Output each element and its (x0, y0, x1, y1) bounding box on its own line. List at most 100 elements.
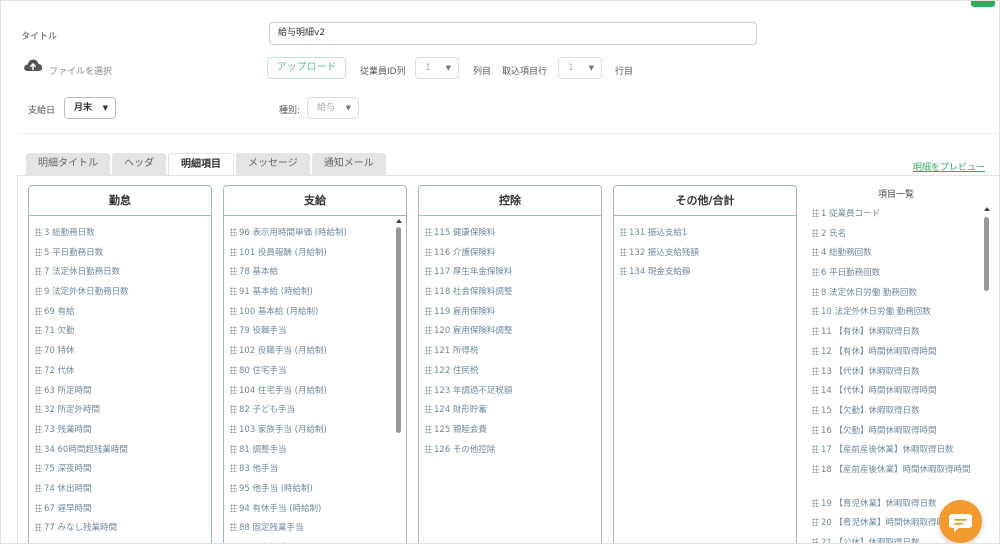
drag-handle-icon[interactable] (425, 405, 432, 414)
drag-handle-icon[interactable] (812, 518, 819, 527)
list-item[interactable]: 79 役職手当 (230, 322, 406, 342)
drag-handle-icon[interactable] (425, 365, 432, 374)
drag-handle-icon[interactable] (230, 424, 237, 433)
upload-button[interactable]: アップロード (267, 57, 346, 79)
top-accent-tab[interactable] (971, 1, 995, 7)
list-item[interactable]: 16 【欠勤】時間休暇取得時間 (812, 422, 991, 442)
list-item[interactable]: 34 60時間超残業時間 (35, 441, 211, 461)
tab-notification-mail[interactable]: 通知メール (311, 153, 386, 175)
drag-handle-icon[interactable] (230, 306, 237, 315)
tab-message[interactable]: メッセージ (236, 153, 310, 175)
list-item[interactable]: 96 表示用時間単価 (時給制) (230, 224, 406, 244)
drag-handle-icon[interactable] (812, 366, 819, 375)
drag-handle-icon[interactable] (812, 346, 819, 355)
list-item[interactable]: 88 固定残業手当 (230, 519, 406, 539)
list-item[interactable]: 67 遅早時間 (35, 500, 211, 520)
drag-handle-icon[interactable] (812, 425, 819, 434)
drag-handle-icon[interactable] (425, 346, 432, 355)
drag-handle-icon[interactable] (812, 538, 819, 543)
drag-handle-icon[interactable] (425, 247, 432, 256)
list-item[interactable]: 14 【代休】時間休暇取得時間 (812, 382, 991, 402)
list-item[interactable]: 83 他手当 (230, 460, 406, 480)
list-item[interactable]: 17 【産前産後休業】休暇取得日数 (812, 441, 991, 461)
list-item[interactable]: 119 雇用保険料 (425, 303, 601, 323)
list-item[interactable]: 32 所定外時間 (35, 401, 211, 421)
drag-handle-icon[interactable] (35, 483, 42, 492)
list-item[interactable]: 78 基本給 (230, 263, 406, 283)
list-item[interactable]: 116 介護保険料 (425, 244, 601, 264)
cloud-upload-icon[interactable] (23, 57, 43, 73)
drag-handle-icon[interactable] (812, 445, 819, 454)
list-item[interactable]: 12 【有休】時間休暇取得時間 (812, 343, 991, 363)
list-item[interactable]: 125 親睦会費 (425, 421, 601, 441)
drag-handle-icon[interactable] (35, 424, 42, 433)
import-row-select[interactable]: 1 ▼ (558, 57, 602, 79)
list-item[interactable]: 117 厚生年金保険料 (425, 263, 601, 283)
list-item[interactable]: 131 振込支給1 (620, 224, 796, 244)
drag-handle-icon[interactable] (230, 365, 237, 374)
list-item[interactable]: 3 総勤務日数 (35, 224, 211, 244)
list-item[interactable]: 10 法定外休日労働 勤務回数 (812, 303, 991, 323)
drag-handle-icon[interactable] (35, 365, 42, 374)
list-item[interactable]: 124 財形貯蓄 (425, 401, 601, 421)
list-item[interactable]: 7 法定休日勤務日数 (35, 263, 211, 283)
drag-handle-icon[interactable] (620, 247, 627, 256)
drag-handle-icon[interactable] (425, 326, 432, 335)
list-item[interactable]: 102 役職手当 (月給制) (230, 342, 406, 362)
list-item[interactable]: 73 残業時間 (35, 421, 211, 441)
drag-handle-icon[interactable] (35, 306, 42, 315)
drag-handle-icon[interactable] (230, 444, 237, 453)
drag-handle-icon[interactable] (425, 306, 432, 315)
drag-handle-icon[interactable] (425, 267, 432, 276)
scrollbar-thumb[interactable] (396, 227, 401, 433)
tab-detail-title[interactable]: 明細タイトル (26, 153, 110, 175)
drag-handle-icon[interactable] (35, 267, 42, 276)
list-item[interactable]: 6 平日勤務回数 (812, 264, 991, 284)
drag-handle-icon[interactable] (425, 287, 432, 296)
list-item[interactable]: 75 深夜時間 (35, 460, 211, 480)
drag-handle-icon[interactable] (230, 326, 237, 335)
drag-handle-icon[interactable] (230, 247, 237, 256)
title-input[interactable]: 給与明細v2 (269, 22, 757, 45)
tab-header[interactable]: ヘッダ (112, 153, 166, 175)
list-item[interactable]: 104 住宅手当 (月給制) (230, 382, 406, 402)
list-item[interactable]: 69 有給 (35, 303, 211, 323)
drag-handle-icon[interactable] (425, 424, 432, 433)
list-item[interactable]: 81 調整手当 (230, 441, 406, 461)
type-select[interactable]: 給与 ▼ (307, 97, 359, 119)
list-item[interactable]: 72 代休 (35, 362, 211, 382)
list-item[interactable]: 123 年調過不足税額 (425, 382, 601, 402)
drag-handle-icon[interactable] (230, 464, 237, 473)
list-item[interactable]: 94 有休手当 (時給制) (230, 500, 406, 520)
list-item[interactable]: 13 【代休】休暇取得日数 (812, 363, 991, 383)
list-item[interactable]: 77 みなし残業時間 (35, 519, 211, 539)
drag-handle-icon[interactable] (230, 483, 237, 492)
list-item[interactable]: 121 所得税 (425, 342, 601, 362)
drag-handle-icon[interactable] (230, 267, 237, 276)
list-item[interactable]: 11 【有休】休暇取得日数 (812, 323, 991, 343)
list-item[interactable]: 134 現金支給額 (620, 263, 796, 283)
drag-handle-icon[interactable] (230, 503, 237, 512)
scroll-up-arrow-icon[interactable] (396, 219, 402, 223)
list-item[interactable]: 120 雇用保険料調整 (425, 322, 601, 342)
list-item[interactable]: 100 基本給 (月給制) (230, 303, 406, 323)
drag-handle-icon[interactable] (230, 346, 237, 355)
drag-handle-icon[interactable] (230, 287, 237, 296)
drag-handle-icon[interactable] (812, 307, 819, 316)
drag-handle-icon[interactable] (230, 523, 237, 532)
list-item[interactable]: 91 基本給 (時給制) (230, 283, 406, 303)
drag-handle-icon[interactable] (35, 247, 42, 256)
preview-link[interactable]: 明細をプレビュー (913, 160, 985, 173)
drag-handle-icon[interactable] (620, 228, 627, 236)
choose-file-link[interactable]: ファイルを選択 (49, 64, 112, 77)
list-item[interactable]: 118 社会保険料調整 (425, 283, 601, 303)
list-item[interactable]: 132 振込支給残額 (620, 244, 796, 264)
drag-handle-icon[interactable] (35, 444, 42, 453)
list-item[interactable]: 1 従業員コード (812, 205, 991, 225)
drag-handle-icon[interactable] (230, 405, 237, 414)
payday-select[interactable]: 月末 ▼ (64, 97, 116, 119)
list-item[interactable]: 95 他手当 (時給制) (230, 480, 406, 500)
drag-handle-icon[interactable] (812, 268, 819, 277)
list-item[interactable]: 9 法定外休日勤務日数 (35, 283, 211, 303)
drag-handle-icon[interactable] (812, 464, 819, 473)
